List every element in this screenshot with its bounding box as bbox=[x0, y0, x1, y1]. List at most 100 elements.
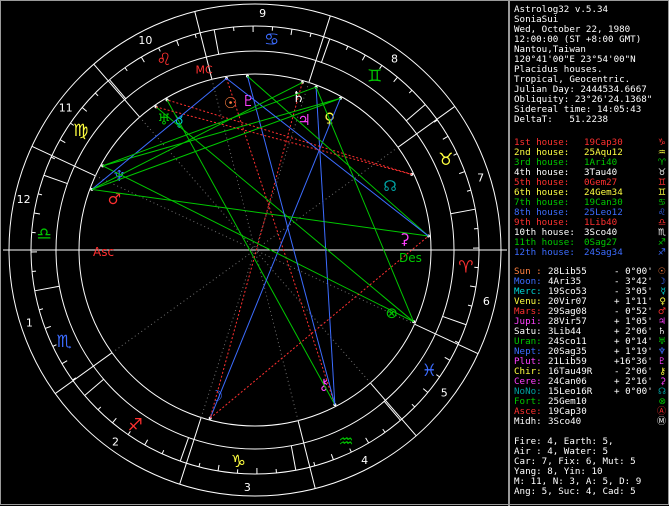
degree-tick bbox=[60, 140, 65, 143]
descendant-label: Des bbox=[399, 251, 422, 265]
degree-tick bbox=[394, 77, 398, 82]
degree-tick bbox=[113, 418, 117, 423]
sign-icon: ♎ bbox=[658, 218, 666, 228]
degree-tick bbox=[383, 429, 385, 432]
degree-tick bbox=[45, 326, 51, 328]
planet-icon: Ⓐ bbox=[657, 407, 666, 417]
degree-tick bbox=[141, 57, 144, 62]
degree-tick bbox=[445, 357, 450, 360]
house-cusp-line bbox=[94, 64, 140, 117]
sign-icon: ♊ bbox=[658, 188, 666, 198]
planet-icon: ♃ bbox=[658, 317, 666, 327]
sign-icon: ♈ bbox=[658, 158, 666, 168]
sign-boundary bbox=[110, 80, 126, 99]
zodiac-sign-glyph: ♉ bbox=[438, 150, 453, 170]
midheaven-label: MC bbox=[195, 64, 212, 77]
degree-tick bbox=[95, 93, 98, 96]
aspect-line bbox=[103, 87, 316, 166]
degree-tick bbox=[62, 361, 67, 364]
planet-icon: ☽ bbox=[658, 277, 666, 287]
planet-latitude: + 0°00' bbox=[614, 387, 653, 397]
house-number: 10 bbox=[138, 34, 152, 47]
house-spoke bbox=[140, 117, 255, 250]
house-number: 12 bbox=[17, 193, 31, 206]
degree-tick bbox=[362, 55, 365, 60]
chart-wheel: ♑♒♓♈♉♊♋♌♍♎♏♐123456789101112AscDes☉☽☿♀♂♃♄… bbox=[1, 1, 509, 506]
degree-tick bbox=[331, 454, 333, 460]
planet-row: Midh:3Sco40Ⓜ bbox=[514, 417, 666, 427]
degree-tick bbox=[459, 172, 465, 174]
zodiac-sign-glyph: ♋ bbox=[264, 30, 279, 50]
sign-icon: ♋ bbox=[658, 198, 666, 208]
zodiac-sign-glyph: ♓ bbox=[422, 361, 437, 381]
planet-icon: ⚳ bbox=[659, 377, 666, 387]
house-spoke bbox=[112, 250, 255, 353]
degree-tick bbox=[39, 309, 43, 310]
sign-boundary bbox=[443, 316, 467, 324]
degree-tick bbox=[199, 463, 200, 467]
sign-icon: ♉ bbox=[658, 168, 666, 178]
degree-tick bbox=[454, 154, 458, 156]
sign-icon: ♒ bbox=[658, 148, 666, 158]
planet-icon: Ⓜ bbox=[657, 417, 666, 427]
sign-boundary bbox=[214, 30, 219, 55]
house-number: 4 bbox=[361, 454, 368, 467]
degree-tick bbox=[98, 407, 101, 410]
house-number: 6 bbox=[483, 295, 490, 308]
house-spoke bbox=[255, 147, 398, 250]
house-spoke bbox=[255, 82, 309, 250]
house-number: 3 bbox=[244, 481, 251, 494]
zodiac-sign-glyph: ♌ bbox=[156, 50, 171, 70]
zodiac-sign-glyph: ♒ bbox=[338, 432, 353, 452]
degree-tick bbox=[38, 194, 42, 195]
planet-icon: ♆ bbox=[658, 347, 666, 357]
planet-glyph: ☉ bbox=[224, 94, 237, 112]
house-cusp-line bbox=[309, 16, 330, 83]
house-label: 12th house: bbox=[514, 248, 575, 258]
zodiac-sign-glyph: ♐ bbox=[128, 415, 143, 435]
degree-tick bbox=[162, 450, 164, 454]
aspect-line bbox=[167, 100, 335, 405]
sign-boundary bbox=[321, 39, 329, 63]
zodiac-sign-glyph: ♑ bbox=[231, 452, 246, 472]
aspect-line bbox=[103, 98, 341, 165]
house-spoke bbox=[255, 250, 298, 421]
degree-tick bbox=[34, 213, 40, 214]
chart-wheel-area: ♑♒♓♈♉♊♋♌♍♎♏♐123456789101112AscDes☉☽☿♀♂♃♄… bbox=[1, 1, 509, 506]
planet-icon: ♀ bbox=[659, 297, 666, 307]
planet-label: Midh: bbox=[514, 417, 542, 427]
planet-glyph: ♄ bbox=[292, 88, 305, 106]
house-row: 12th house:24Sag34♐ bbox=[514, 248, 666, 258]
house-number: 2 bbox=[112, 436, 119, 449]
ascendant-label: Asc bbox=[93, 245, 114, 259]
degree-tick bbox=[366, 438, 369, 443]
degree-tick bbox=[218, 465, 219, 471]
house-number: 9 bbox=[259, 7, 266, 20]
house-cusp-line bbox=[180, 418, 201, 485]
info-panel: Astrolog32 v.5.34 SoniaSui Wed, October … bbox=[510, 1, 669, 506]
aspect-line bbox=[92, 98, 340, 189]
house-spoke bbox=[255, 250, 370, 383]
degree-tick bbox=[455, 341, 459, 343]
sign-boundary bbox=[44, 175, 68, 183]
house-number: 11 bbox=[59, 101, 73, 114]
planet-icon: ♇ bbox=[658, 357, 666, 367]
planet-icon: ☊ bbox=[658, 387, 666, 397]
zodiac-sign-glyph: ♏ bbox=[56, 332, 71, 352]
degree-tick bbox=[145, 440, 148, 445]
sign-boundary bbox=[85, 379, 104, 395]
sign-icon: ♏ bbox=[658, 228, 666, 238]
zodiac-sign-glyph: ♍ bbox=[73, 121, 88, 141]
planet-glyph: ☊ bbox=[383, 177, 396, 195]
degree-tick bbox=[177, 40, 179, 46]
house-number: 1 bbox=[26, 317, 33, 330]
sign-icon: ♑ bbox=[658, 138, 666, 148]
degree-tick bbox=[409, 90, 412, 93]
planet-icon: ⊗ bbox=[658, 397, 666, 407]
astrolog-window: ♑♒♓♈♉♊♋♌♍♎♏♐123456789101112AscDes☉☽☿♀♂♃♄… bbox=[0, 0, 669, 505]
sign-boundary bbox=[384, 401, 400, 420]
house-number: 8 bbox=[391, 52, 398, 65]
degree-tick bbox=[468, 305, 472, 306]
planet-icon: ♅ bbox=[658, 337, 666, 347]
delta-t: DeltaT: 51.2238 bbox=[514, 115, 608, 125]
